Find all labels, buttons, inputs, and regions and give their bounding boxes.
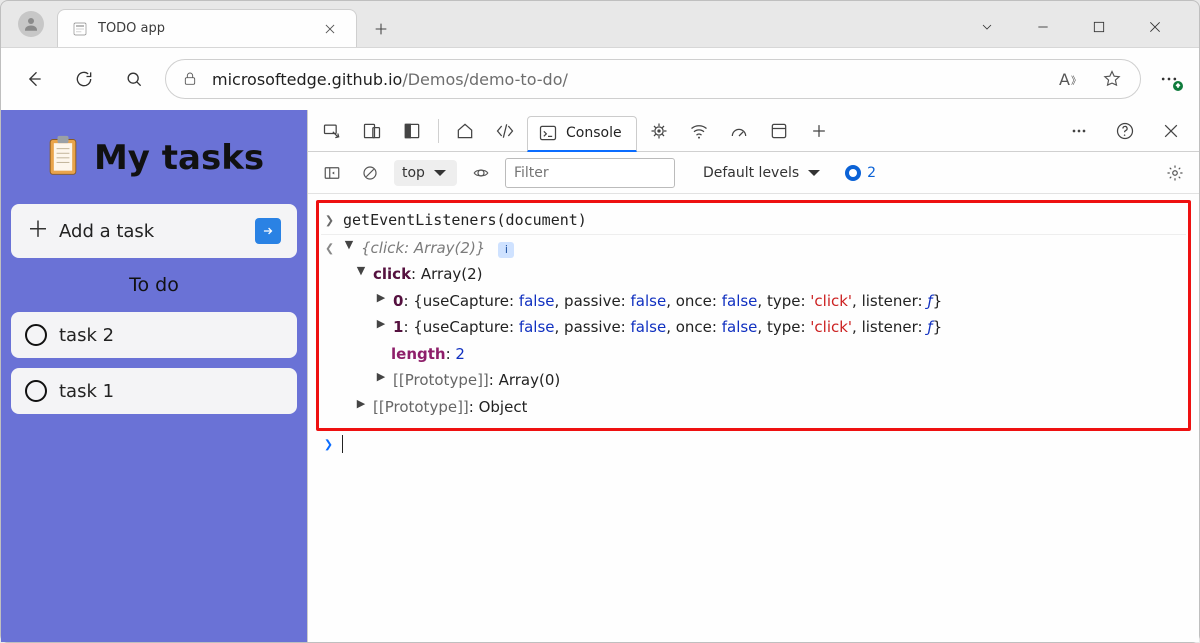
console-result-summary[interactable]: ❮ ▼ {click: Array(2)} i	[321, 234, 1186, 262]
favorite-button[interactable]	[1098, 65, 1126, 93]
search-button[interactable]	[115, 60, 153, 98]
info-icon[interactable]: i	[498, 242, 514, 258]
close-window-button[interactable]	[1141, 13, 1169, 41]
update-badge-icon	[1173, 81, 1183, 91]
highlighted-region: ❯ getEventListeners(document) ❮ ▼ {click…	[316, 200, 1191, 431]
elements-tab[interactable]	[487, 113, 523, 149]
issues-count: 2	[867, 165, 876, 181]
browser-menu-button[interactable]	[1153, 63, 1185, 95]
tab-close-button[interactable]	[316, 15, 344, 43]
prompt-chevron-icon: ❯	[324, 435, 336, 453]
application-tab[interactable]	[761, 113, 797, 149]
disclosure-triangle-icon[interactable]: ▶	[375, 290, 387, 307]
task-checkbox[interactable]	[25, 380, 47, 402]
console-tab[interactable]: Console	[527, 116, 637, 152]
info-badge-icon	[845, 165, 861, 181]
task-name: task 1	[59, 381, 114, 402]
refresh-button[interactable]	[65, 60, 103, 98]
performance-tab[interactable]	[721, 113, 757, 149]
tab-strip: TODO app	[1, 1, 1199, 47]
filter-input[interactable]	[505, 158, 675, 188]
maximize-button[interactable]	[1085, 13, 1113, 41]
help-button[interactable]	[1107, 113, 1143, 149]
dock-side-button[interactable]	[394, 113, 430, 149]
result-prototype[interactable]: ▶ [[Prototype]]: Object	[321, 394, 1186, 421]
add-task-label: Add a task	[59, 221, 245, 242]
clear-console-button[interactable]	[356, 159, 384, 187]
tab-favicon-icon	[72, 21, 88, 37]
console-output[interactable]: ❯ getEventListeners(document) ❮ ▼ {click…	[308, 194, 1199, 642]
minimize-button[interactable]	[1029, 13, 1057, 41]
console-toolbar: top Default levels 2	[308, 152, 1199, 194]
console-prompt[interactable]: ❯	[316, 431, 1191, 457]
input-chevron-icon: ❯	[325, 209, 337, 232]
device-emulation-button[interactable]	[354, 113, 390, 149]
console-settings-button[interactable]	[1161, 159, 1189, 187]
avatar-icon	[18, 11, 44, 37]
window-more-button[interactable]	[973, 13, 1001, 41]
disclosure-triangle-icon[interactable]: ▼	[355, 263, 367, 280]
disclosure-triangle-icon[interactable]: ▶	[375, 316, 387, 333]
context-selector[interactable]: top	[394, 160, 457, 186]
page-viewport: My tasks ＋ Add a task To do task 2 task …	[1, 110, 307, 642]
welcome-tab[interactable]	[447, 113, 483, 149]
submit-task-button[interactable]	[255, 218, 281, 244]
log-levels-selector[interactable]: Default levels	[703, 164, 823, 182]
disclosure-triangle-icon[interactable]: ▶	[375, 369, 387, 386]
result-prototype[interactable]: ▶ [[Prototype]]: Array(0)	[321, 367, 1186, 394]
issues-button[interactable]: 2	[845, 165, 876, 181]
inspect-element-button[interactable]	[314, 113, 350, 149]
browser-tab[interactable]: TODO app	[57, 9, 357, 47]
result-item[interactable]: ▶ 0: {useCapture: false, passive: false,…	[321, 288, 1186, 315]
plus-icon: ＋	[27, 220, 49, 242]
task-name: task 2	[59, 325, 114, 346]
context-value: top	[402, 165, 425, 181]
clipboard-icon	[44, 134, 82, 182]
sources-tab[interactable]	[641, 113, 677, 149]
devtools-panel: Console top	[307, 110, 1199, 642]
console-tab-label: Console	[566, 125, 622, 141]
network-tab[interactable]	[681, 113, 717, 149]
disclosure-triangle-icon[interactable]: ▼	[343, 237, 355, 254]
read-aloud-button[interactable]: A》	[1056, 65, 1084, 93]
close-devtools-button[interactable]	[1153, 113, 1189, 149]
disclosure-triangle-icon[interactable]: ▶	[355, 396, 367, 413]
result-length: length: 2	[321, 341, 1186, 368]
add-task-button[interactable]: ＋ Add a task	[11, 204, 297, 258]
toggle-sidebar-button[interactable]	[318, 159, 346, 187]
profile-button[interactable]	[9, 1, 53, 47]
nav-bar: microsoftedge.github.io/Demos/demo-to-do…	[1, 48, 1199, 110]
url-text: microsoftedge.github.io/Demos/demo-to-do…	[212, 70, 568, 89]
text-caret	[342, 435, 343, 453]
result-item[interactable]: ▶ 1: {useCapture: false, passive: false,…	[321, 314, 1186, 341]
more-tabs-button[interactable]	[801, 113, 837, 149]
section-heading: To do	[11, 274, 297, 296]
task-checkbox[interactable]	[25, 324, 47, 346]
new-tab-button[interactable]	[367, 15, 395, 43]
window-controls	[973, 13, 1191, 47]
devtools-menu-button[interactable]	[1061, 113, 1097, 149]
live-expression-button[interactable]	[467, 159, 495, 187]
site-info-button[interactable]	[180, 69, 200, 89]
page-title: My tasks	[94, 138, 264, 178]
result-click-header[interactable]: ▼ click: Array(2)	[321, 261, 1186, 288]
console-input-echo: ❯ getEventListeners(document)	[321, 207, 1186, 234]
back-button[interactable]	[15, 60, 53, 98]
address-bar[interactable]: microsoftedge.github.io/Demos/demo-to-do…	[165, 59, 1141, 99]
tab-title: TODO app	[98, 21, 306, 36]
devtools-tabstrip: Console	[308, 110, 1199, 152]
output-chevron-icon: ❮	[325, 237, 337, 260]
task-item[interactable]: task 2	[11, 312, 297, 358]
task-item[interactable]: task 1	[11, 368, 297, 414]
